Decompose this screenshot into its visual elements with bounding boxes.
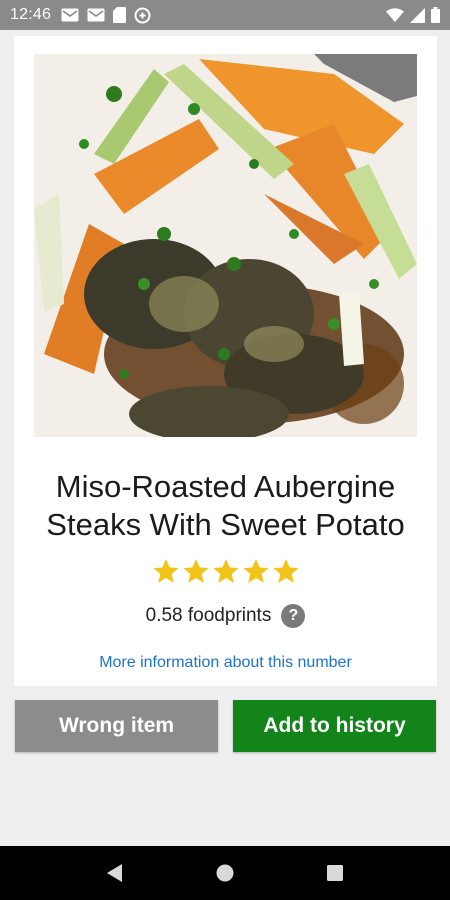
add-to-history-button[interactable]: Add to history [233, 700, 436, 752]
recipe-card: Miso-Roasted Aubergine Steaks With Sweet… [14, 36, 437, 686]
star-rating [14, 558, 437, 585]
foodprint-score: 0.58 foodprints ? [14, 604, 437, 628]
home-button[interactable] [205, 853, 245, 893]
star-icon [182, 558, 210, 585]
data-saver-icon [134, 7, 151, 24]
status-bar: 12:46 [0, 0, 450, 30]
sd-card-icon [113, 7, 127, 23]
wifi-icon [386, 7, 404, 23]
navigation-bar [0, 846, 450, 900]
battery-icon [431, 7, 440, 23]
more-info-link[interactable]: More information about this number [14, 654, 437, 672]
recipe-title: Miso-Roasted Aubergine Steaks With Sweet… [46, 469, 405, 542]
mail-icon [87, 8, 105, 22]
back-button[interactable] [95, 853, 135, 893]
help-icon[interactable]: ? [281, 604, 306, 628]
status-notification-icons [61, 7, 151, 24]
signal-icon [410, 7, 425, 23]
star-icon [152, 558, 180, 585]
status-system-icons [386, 7, 440, 23]
food-photo [34, 54, 417, 437]
foodprint-value: 0.58 foodprints [145, 605, 272, 626]
recents-icon [327, 865, 343, 881]
star-icon [212, 558, 240, 585]
home-icon [216, 864, 234, 882]
back-icon [107, 864, 123, 882]
star-icon [242, 558, 270, 585]
mail-icon [61, 8, 79, 22]
recents-button[interactable] [315, 853, 355, 893]
status-time: 12:46 [10, 6, 52, 23]
wrong-item-button[interactable]: Wrong item [15, 700, 218, 752]
star-icon [272, 558, 300, 585]
